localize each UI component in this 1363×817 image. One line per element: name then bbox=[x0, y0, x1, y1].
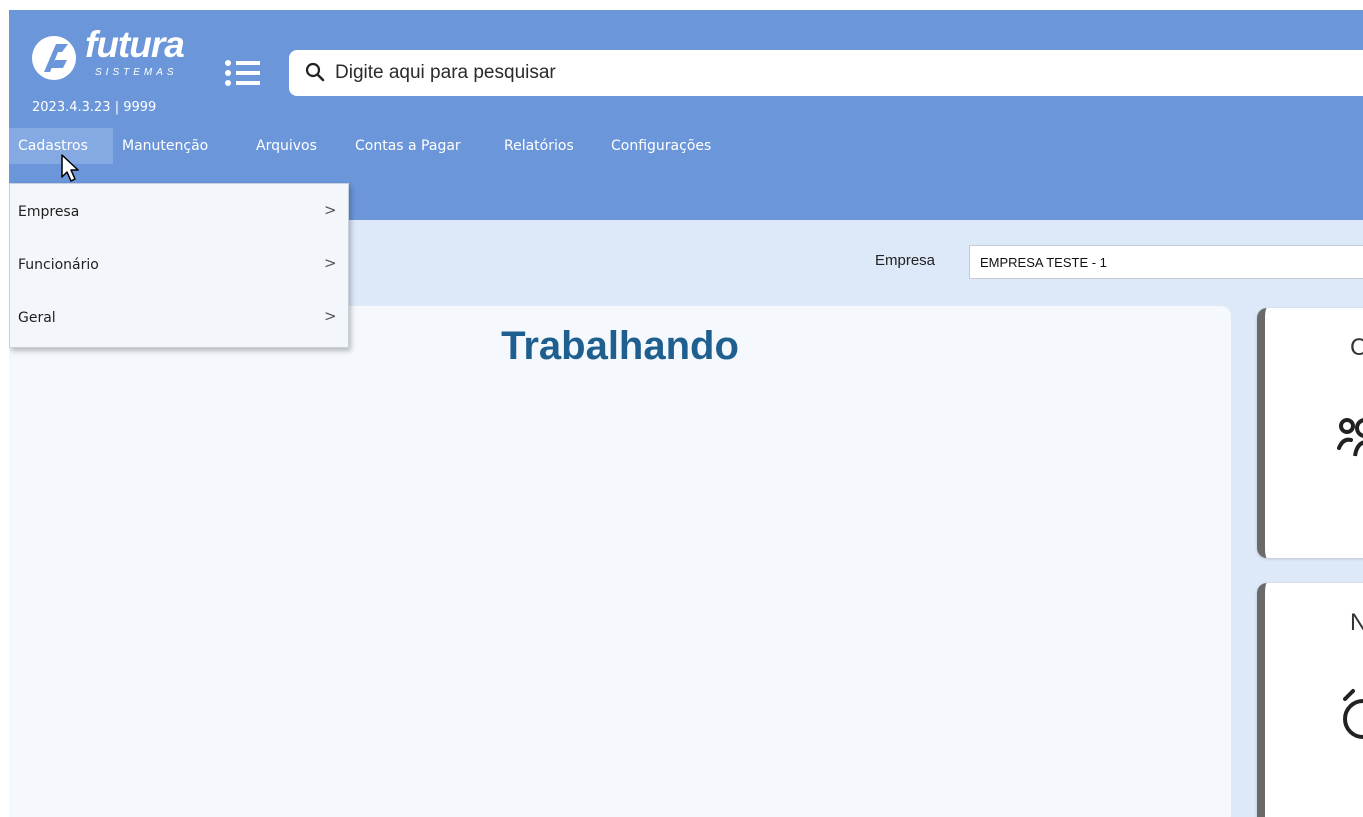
menu-relatorios[interactable]: Relatórios bbox=[504, 128, 574, 164]
cadastros-dropdown: Empresa > Funcionário > Geral > bbox=[9, 183, 349, 348]
company-label: Empresa bbox=[875, 252, 936, 269]
search-input[interactable]: Digite aqui para pesquisar bbox=[289, 50, 1363, 96]
search-placeholder: Digite aqui para pesquisar bbox=[335, 62, 556, 83]
alarm-clock-icon bbox=[1343, 689, 1363, 739]
menu-arquivos[interactable]: Arquivos bbox=[256, 128, 317, 164]
dropdown-item-geral[interactable]: Geral > bbox=[10, 293, 348, 345]
side-card-users[interactable]: C bbox=[1257, 308, 1363, 558]
version-label: 2023.4.3.23 | 9999 bbox=[32, 100, 157, 115]
brand-subtitle: SISTEMAS bbox=[95, 67, 178, 78]
work-panel: Trabalhando bbox=[9, 306, 1231, 817]
side-card-title: N bbox=[1350, 609, 1363, 636]
mouse-pointer-icon bbox=[61, 154, 79, 182]
dropdown-item-empresa[interactable]: Empresa > bbox=[10, 187, 348, 239]
company-select[interactable]: EMPRESA TESTE - 1 bbox=[969, 245, 1363, 279]
menu-contas-a-pagar[interactable]: Contas a Pagar bbox=[355, 128, 461, 164]
chevron-right-icon: > bbox=[324, 307, 337, 325]
menu-list-icon[interactable] bbox=[223, 55, 263, 95]
side-card-notifications[interactable]: N bbox=[1257, 583, 1363, 817]
dropdown-item-label: Funcionário bbox=[18, 257, 99, 273]
users-icon bbox=[1337, 418, 1363, 457]
menu-configuracoes[interactable]: Configurações bbox=[611, 128, 711, 164]
dropdown-item-label: Empresa bbox=[18, 204, 80, 220]
dropdown-item-label: Geral bbox=[18, 310, 56, 326]
company-select-value: EMPRESA TESTE - 1 bbox=[980, 255, 1107, 270]
dropdown-item-funcionario[interactable]: Funcionário > bbox=[10, 240, 348, 292]
search-icon bbox=[305, 62, 325, 82]
side-card-title: C bbox=[1350, 334, 1363, 361]
menu-manutencao[interactable]: Manutenção bbox=[122, 128, 208, 164]
brand-name: futura bbox=[85, 24, 185, 65]
chevron-right-icon: > bbox=[324, 201, 337, 219]
app-window: futura SISTEMAS 2023.4.3.23 | 9999 Digit… bbox=[9, 10, 1363, 817]
chevron-right-icon: > bbox=[324, 254, 337, 272]
